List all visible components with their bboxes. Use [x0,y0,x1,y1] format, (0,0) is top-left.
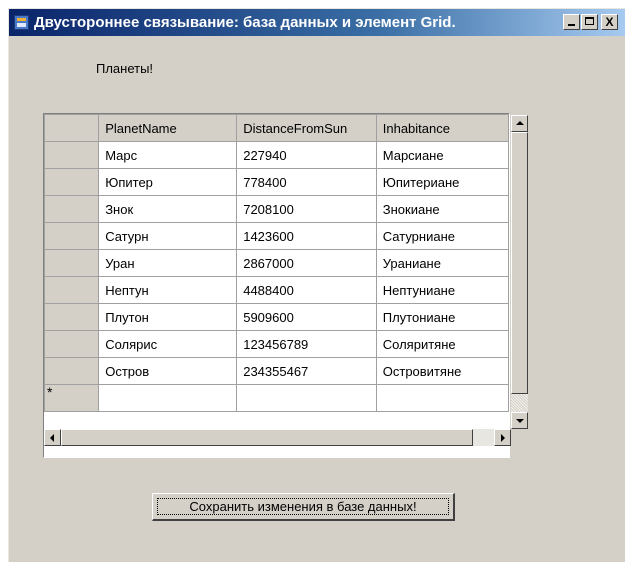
table-row[interactable]: Остров 234355467 Островитяне [44,357,509,385]
arrow-down-icon [516,419,524,423]
horizontal-scroll-thumb[interactable] [61,429,473,446]
scrollbar-corner [511,429,528,446]
grid-header-row: PlanetName DistanceFromSun Inhabitance [44,114,509,142]
row-header[interactable] [44,141,100,169]
cell-planetname[interactable]: Сатурн [98,222,238,250]
row-header[interactable] [44,222,100,250]
scroll-right-button[interactable] [494,429,511,446]
minimize-button[interactable] [563,14,580,30]
column-header-inhabitance[interactable]: Inhabitance [375,114,509,142]
cell-distancefromsun[interactable]: 227940 [236,141,377,169]
cell-distancefromsun[interactable]: 1423600 [236,222,377,250]
new-row-cell-planetname[interactable] [98,384,238,412]
row-header[interactable] [44,276,100,304]
row-header[interactable] [44,249,100,277]
row-header[interactable] [44,357,100,385]
cell-planetname[interactable]: Остров [98,357,238,385]
cell-distancefromsun[interactable]: 2867000 [236,249,377,277]
vertical-scroll-thumb[interactable] [511,132,528,394]
vertical-scrollbar[interactable] [511,115,528,429]
save-button-label: Сохранить изменения в базе данных! [157,498,449,515]
cell-distancefromsun[interactable]: 234355467 [236,357,377,385]
cell-inhabitance[interactable]: Сатурниане [375,222,509,250]
scroll-down-button[interactable] [511,412,528,429]
cell-inhabitance[interactable]: Марсиане [375,141,509,169]
cell-distancefromsun[interactable]: 123456789 [236,330,377,358]
cell-inhabitance[interactable]: Соляритяне [375,330,509,358]
row-header[interactable] [44,195,100,223]
table-row[interactable]: Марс 227940 Марсиане [44,141,509,169]
new-row-header[interactable]: * [44,384,100,412]
cell-planetname[interactable]: Нептун [98,276,238,304]
new-row[interactable]: * [44,384,509,412]
arrow-up-icon [516,121,524,125]
cell-planetname[interactable]: Плутон [98,303,238,331]
cell-planetname[interactable]: Марс [98,141,238,169]
maximize-button[interactable] [581,14,598,30]
scroll-left-button[interactable] [44,429,61,446]
table-row[interactable]: Солярис 123456789 Соляритяне [44,330,509,358]
cell-inhabitance[interactable]: Знокиане [375,195,509,223]
cell-planetname[interactable]: Юпитер [98,168,238,196]
planets-label: Планеты! [96,61,154,76]
row-header[interactable] [44,330,100,358]
cell-planetname[interactable]: Уран [98,249,238,277]
cell-inhabitance[interactable]: Ураниане [375,249,509,277]
cell-distancefromsun[interactable]: 4488400 [236,276,377,304]
planets-data-grid[interactable]: PlanetName DistanceFromSun Inhabitance М… [43,113,528,458]
table-row[interactable]: Плутон 5909600 Плутониане [44,303,509,331]
table-row[interactable]: Юпитер 778400 Юпитериане [44,168,509,196]
close-icon: X [605,15,614,29]
main-window: Двустороннее связывание: база данных и э… [8,8,625,562]
close-button[interactable]: X [601,14,618,30]
arrow-right-icon [501,434,505,442]
arrow-left-icon [50,434,54,442]
cell-distancefromsun[interactable]: 7208100 [236,195,377,223]
grid-table: PlanetName DistanceFromSun Inhabitance М… [44,114,509,412]
save-changes-button[interactable]: Сохранить изменения в базе данных! [152,493,455,521]
cell-inhabitance[interactable]: Островитяне [375,357,509,385]
cell-planetname[interactable]: Знок [98,195,238,223]
horizontal-scrollbar[interactable] [44,429,511,446]
title-bar[interactable]: Двустороннее связывание: база данных и э… [9,9,625,36]
table-row[interactable]: Знок 7208100 Знокиане [44,195,509,223]
new-row-cell-inhabitance[interactable] [375,384,509,412]
cell-inhabitance[interactable]: Нептуниане [375,276,509,304]
maximize-icon [585,17,594,25]
window-title: Двустороннее связывание: база данных и э… [34,14,456,31]
cell-planetname[interactable]: Солярис [98,330,238,358]
new-row-cell-distancefromsun[interactable] [236,384,377,412]
row-header[interactable] [44,168,100,196]
table-row[interactable]: Уран 2867000 Ураниане [44,249,509,277]
table-row[interactable]: Нептун 4488400 Нептуниане [44,276,509,304]
cell-inhabitance[interactable]: Плутониане [375,303,509,331]
scroll-up-button[interactable] [511,115,528,132]
cell-inhabitance[interactable]: Юпитериане [375,168,509,196]
table-row[interactable]: Сатурн 1423600 Сатурниане [44,222,509,250]
new-row-marker: * [47,384,53,401]
row-header[interactable] [44,303,100,331]
grid-corner-header[interactable] [44,114,100,142]
minimize-icon [568,24,575,26]
column-header-planetname[interactable]: PlanetName [98,114,238,142]
column-header-distancefromsun[interactable]: DistanceFromSun [236,114,377,142]
cell-distancefromsun[interactable]: 5909600 [236,303,377,331]
cell-distancefromsun[interactable]: 778400 [236,168,377,196]
app-window-icon [14,15,29,30]
